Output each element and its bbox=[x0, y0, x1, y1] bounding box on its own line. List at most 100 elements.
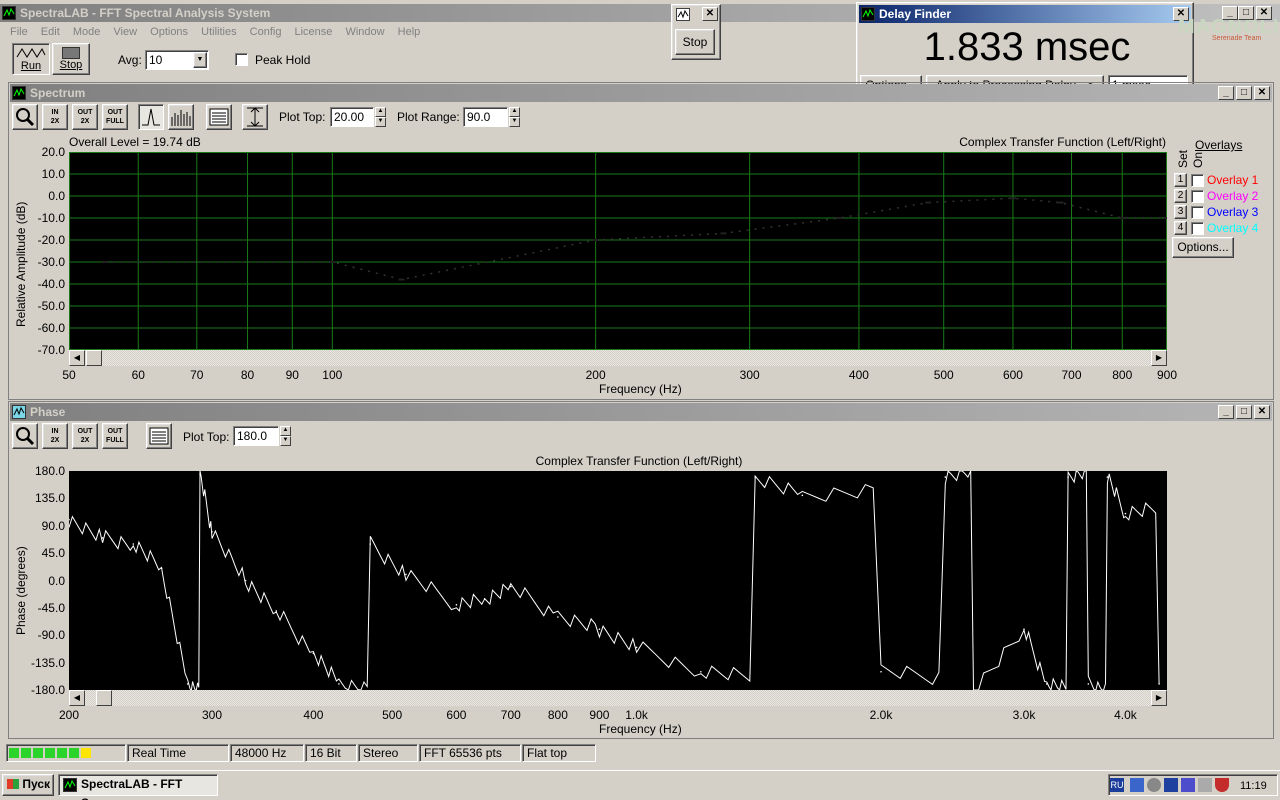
overlay-set-button[interactable]: 4 bbox=[1174, 221, 1187, 235]
bar-graph-icon[interactable] bbox=[168, 104, 194, 130]
zoom-icon[interactable] bbox=[12, 104, 38, 130]
menu-mode[interactable]: Mode bbox=[73, 26, 101, 38]
chevron-down-icon[interactable]: ▼ bbox=[193, 52, 207, 68]
scroll-left-icon[interactable]: ◀ bbox=[69, 690, 85, 706]
peak-hold-checkbox[interactable] bbox=[235, 53, 248, 66]
overlay-on-checkbox[interactable] bbox=[1191, 222, 1204, 235]
menu-utilities[interactable]: Utilities bbox=[201, 26, 236, 38]
tray-monitor-icon[interactable] bbox=[1164, 778, 1178, 792]
menu-config[interactable]: Config bbox=[250, 26, 282, 38]
zoom-icon[interactable] bbox=[12, 423, 38, 449]
tray-drive-icon[interactable] bbox=[1198, 778, 1212, 792]
zoom-out-2x-icon[interactable]: OUT 2X bbox=[72, 423, 98, 449]
overlay-on-checkbox[interactable] bbox=[1191, 190, 1204, 203]
phase-x-tick: 1.0k bbox=[625, 708, 648, 722]
windows-logo-icon bbox=[7, 779, 19, 789]
tray-network-icon[interactable] bbox=[1130, 778, 1144, 792]
menu-window[interactable]: Window bbox=[345, 26, 384, 38]
spectrum-data-point bbox=[398, 278, 405, 281]
spectrum-x-tick: 600 bbox=[1002, 368, 1023, 382]
spectrum-data-point bbox=[720, 232, 727, 235]
run-button[interactable]: Run bbox=[12, 43, 50, 75]
menu-license[interactable]: License bbox=[295, 26, 333, 38]
data-table-icon[interactable] bbox=[146, 423, 172, 449]
spectrum-plot-top-field[interactable]: 20.00 bbox=[330, 107, 374, 127]
menu-options[interactable]: Options bbox=[150, 26, 188, 38]
zoom-out-full-icon[interactable]: OUT FULL bbox=[102, 423, 128, 449]
avg-select[interactable]: 10 ▼ bbox=[145, 50, 209, 70]
stop-button[interactable]: Stop bbox=[52, 43, 90, 75]
overlay-on-checkbox[interactable] bbox=[1191, 206, 1204, 219]
data-table-icon[interactable] bbox=[206, 104, 232, 130]
spectralab-app-icon[interactable] bbox=[2, 6, 16, 20]
line-graph-icon[interactable] bbox=[138, 104, 164, 130]
zoom-out-full-icon[interactable]: OUT FULL bbox=[102, 104, 128, 130]
stop-float-window: ✕ Stop bbox=[671, 4, 721, 60]
delay-value: 1.833 msec bbox=[923, 25, 1131, 69]
menu-edit[interactable]: Edit bbox=[41, 26, 60, 38]
spectrum-y-tick: 10.0 bbox=[41, 167, 65, 181]
menu-help[interactable]: Help bbox=[398, 26, 421, 38]
tray-speaker-icon[interactable] bbox=[1147, 778, 1161, 792]
minimize-icon[interactable]: _ bbox=[1218, 86, 1234, 100]
phase-plot-area[interactable] bbox=[68, 469, 1167, 692]
maximize-icon[interactable]: □ bbox=[1238, 6, 1254, 20]
start-button[interactable]: Пуск bbox=[2, 774, 54, 796]
zoom-in-2x-icon[interactable]: IN 2X bbox=[42, 423, 68, 449]
spectrum-plot-top-spinner[interactable]: ▲ ▼ bbox=[375, 107, 386, 127]
phase-data-point bbox=[880, 670, 882, 673]
spectrum-plot-range-spinner[interactable]: ▲ ▼ bbox=[509, 107, 520, 127]
scroll-left-icon[interactable]: ◀ bbox=[69, 350, 85, 366]
spectrum-data-point bbox=[1164, 217, 1170, 219]
autoscale-icon[interactable] bbox=[242, 104, 268, 130]
spectrum-scrollbar[interactable] bbox=[69, 350, 1167, 366]
tray-shield-icon[interactable] bbox=[1215, 778, 1229, 792]
spectrum-x-tick: 900 bbox=[1156, 368, 1178, 382]
stop-float-titlebar: ✕ bbox=[674, 7, 718, 23]
overlays-options-button[interactable]: Options... bbox=[1172, 237, 1234, 258]
phase-data-point bbox=[700, 670, 702, 673]
scroll-right-icon[interactable]: ▶ bbox=[1151, 690, 1167, 706]
close-icon[interactable]: ✕ bbox=[1256, 6, 1272, 20]
maximize-icon[interactable]: □ bbox=[1236, 405, 1252, 419]
overlay-set-button[interactable]: 2 bbox=[1174, 189, 1187, 203]
phase-plot-top-field[interactable]: 180.0 bbox=[233, 426, 279, 446]
spectrum-window-icon bbox=[12, 86, 26, 100]
phase-scrollbar[interactable] bbox=[69, 690, 1167, 706]
taskbar-spectralab[interactable]: SpectraLAB - FFT Spe... bbox=[58, 774, 218, 800]
overlay-set-button[interactable]: 1 bbox=[1174, 173, 1187, 187]
scroll-thumb[interactable] bbox=[86, 350, 102, 366]
spectrum-plot-range-label: Plot Range: bbox=[397, 110, 460, 124]
phase-data-point bbox=[338, 683, 340, 685]
phase-data-point bbox=[369, 543, 372, 545]
spectrum-x-tick: 100 bbox=[322, 368, 343, 382]
overlay-label: Overlay 3 bbox=[1207, 205, 1259, 219]
phase-data-point bbox=[1106, 476, 1109, 478]
language-indicator[interactable]: RU bbox=[1110, 778, 1124, 792]
overlay-set-button[interactable]: 3 bbox=[1174, 205, 1187, 219]
scroll-right-icon[interactable]: ▶ bbox=[1151, 350, 1167, 366]
overlays-set-label: Set bbox=[1176, 149, 1190, 168]
close-icon[interactable]: ✕ bbox=[1254, 405, 1270, 419]
spectrum-plot-area[interactable] bbox=[69, 152, 1170, 350]
menu-view[interactable]: View bbox=[113, 26, 137, 38]
status-window: Flat top bbox=[522, 744, 596, 762]
close-icon[interactable]: ✕ bbox=[1254, 86, 1270, 100]
minimize-icon[interactable]: _ bbox=[1218, 405, 1234, 419]
phase-data-point bbox=[68, 518, 70, 521]
minimize-icon[interactable]: _ bbox=[1222, 6, 1238, 20]
maximize-icon[interactable]: □ bbox=[1236, 86, 1252, 100]
scroll-thumb[interactable] bbox=[96, 690, 112, 706]
menu-file[interactable]: File bbox=[10, 26, 28, 38]
phase-chart bbox=[68, 469, 1160, 692]
spectrum-x-axis-label: Frequency (Hz) bbox=[599, 382, 682, 396]
spectrum-plot-range-field[interactable]: 90.0 bbox=[463, 107, 508, 127]
zoom-out-2x-icon[interactable]: OUT 2X bbox=[72, 104, 98, 130]
tray-app-icon[interactable] bbox=[1181, 778, 1195, 792]
close-icon[interactable]: ✕ bbox=[702, 7, 718, 21]
overlay-on-checkbox[interactable] bbox=[1191, 174, 1204, 187]
phase-plot-top-spinner[interactable]: ▲ ▼ bbox=[280, 426, 291, 446]
phase-x-tick: 3.0k bbox=[1012, 708, 1036, 722]
stop-float-button[interactable]: Stop bbox=[675, 29, 715, 55]
zoom-in-2x-icon[interactable]: IN 2X bbox=[42, 104, 68, 130]
